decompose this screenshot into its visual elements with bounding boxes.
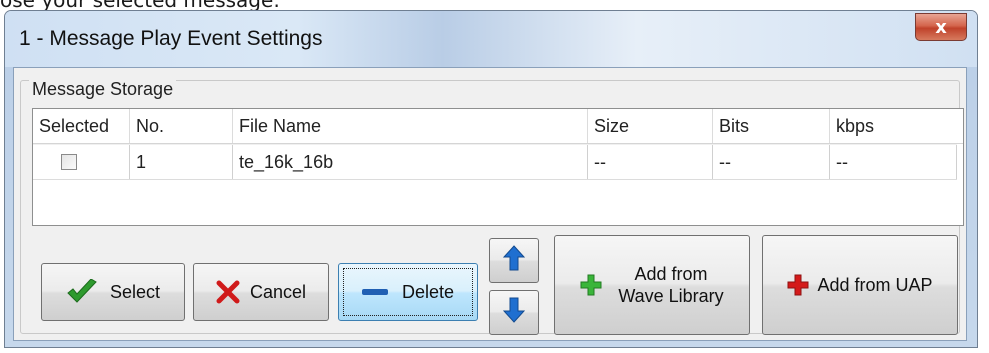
window-title: 1 - Message Play Event Settings: [19, 27, 323, 50]
select-label: Select: [109, 281, 161, 302]
selected-cell: [33, 145, 130, 179]
column-header-file-name[interactable]: File Name: [233, 109, 588, 143]
column-header-kbps[interactable]: kbps: [830, 109, 957, 143]
delete-button[interactable]: Delete: [338, 263, 478, 321]
column-header-no[interactable]: No.: [130, 109, 233, 143]
table-row[interactable]: 1 te_16k_16b -- -- --: [33, 144, 957, 180]
cancel-label: Cancel: [249, 281, 307, 302]
selected-checkbox[interactable]: [61, 154, 77, 170]
close-icon: x: [935, 16, 947, 38]
plus-icon: [580, 274, 602, 296]
dialog-client-area: Message Storage Selected No. File Name S…: [13, 67, 967, 341]
arrow-down-icon: [502, 297, 526, 328]
group-label: Message Storage: [29, 79, 177, 100]
column-header-size[interactable]: Size: [588, 109, 713, 143]
column-header-bits[interactable]: Bits: [713, 109, 830, 143]
move-up-button[interactable]: [489, 238, 539, 283]
add-from-uap-button[interactable]: Add from UAP: [762, 235, 958, 335]
add-wave-label-line1: Add from: [634, 264, 708, 284]
add-wave-label-line2: Wave Library: [618, 286, 724, 306]
add-from-uap-label: Add from UAP: [817, 274, 933, 295]
size-cell: --: [588, 145, 713, 179]
x-icon: [216, 280, 240, 304]
column-header-selected[interactable]: Selected: [33, 109, 130, 143]
table-header: Selected No. File Name Size Bits kbps: [33, 109, 963, 144]
file-name-cell: te_16k_16b: [233, 145, 588, 179]
plus-icon: [787, 274, 809, 296]
add-from-wave-library-button[interactable]: Add from Wave Library: [554, 235, 750, 335]
cancel-button[interactable]: Cancel: [193, 263, 329, 321]
add-from-wave-library-label: Add from Wave Library: [618, 263, 723, 307]
kbps-cell: --: [830, 145, 957, 179]
dialog-window: 1 - Message Play Event Settings x Messag…: [4, 10, 978, 348]
select-button[interactable]: Select: [41, 263, 185, 321]
title-bar[interactable]: 1 - Message Play Event Settings x: [5, 11, 977, 67]
message-table: Selected No. File Name Size Bits kbps 1 …: [32, 108, 964, 226]
delete-label: Delete: [401, 281, 455, 302]
move-down-button[interactable]: [489, 290, 539, 335]
close-button[interactable]: x: [915, 13, 967, 41]
arrow-up-icon: [502, 245, 526, 276]
checkmark-icon: [66, 279, 98, 305]
bits-cell: --: [713, 145, 830, 179]
minus-icon: [361, 287, 388, 297]
no-cell: 1: [130, 145, 233, 179]
